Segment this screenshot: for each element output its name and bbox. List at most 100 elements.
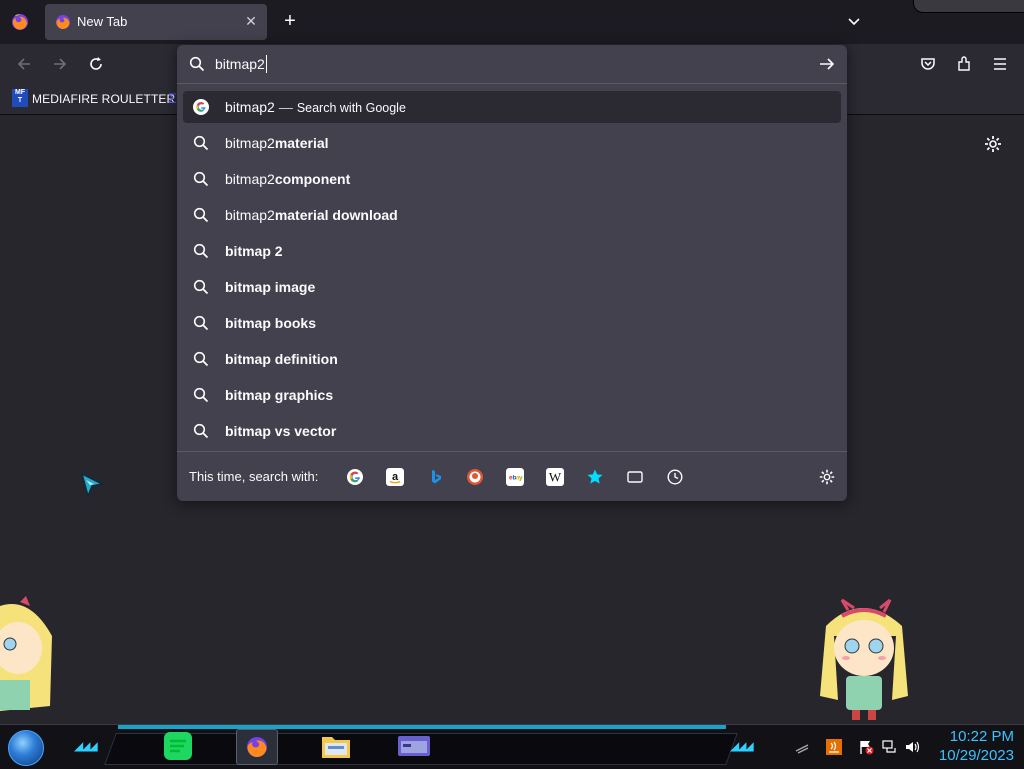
- search-icon: [193, 243, 209, 259]
- bookmark-label: MEDIAFIRE ROULETTER: [32, 92, 176, 106]
- decorative-chevrons: ◢◢◢: [730, 739, 754, 753]
- suggestion-completion: material download: [274, 207, 398, 223]
- svg-text:y: y: [519, 475, 523, 482]
- google-icon: [193, 99, 209, 115]
- suggestion-text: bitmap 2: [225, 243, 283, 259]
- suggestion-row[interactable]: bitmap books: [183, 307, 841, 339]
- amazon-icon[interactable]: a: [386, 468, 404, 486]
- heuristic-action: Search with Google: [296, 101, 406, 115]
- suggestion-prefix: bitmap2: [225, 207, 275, 223]
- clock-date[interactable]: 10/29/2023: [918, 747, 1014, 764]
- tab-new-tab[interactable]: New Tab ✕: [45, 4, 267, 40]
- suggestion-row[interactable]: bitmap graphics: [183, 379, 841, 411]
- search-icon: [193, 207, 209, 223]
- suggestion-prefix: bitmap2: [225, 135, 275, 151]
- spotify-app-icon[interactable]: [158, 729, 198, 763]
- duckduckgo-icon[interactable]: [466, 468, 484, 486]
- suggestion-completion: bitmap books: [225, 315, 317, 331]
- search-icon: [193, 279, 209, 295]
- urlbar: [177, 45, 847, 84]
- suggestion-row[interactable]: bitmap image: [183, 271, 841, 303]
- firefox-icon: [247, 737, 267, 758]
- file-explorer-icon[interactable]: [316, 729, 356, 763]
- search-icon: [193, 351, 209, 367]
- bookmarks-star-icon[interactable]: [586, 468, 604, 486]
- app-window-icon[interactable]: [394, 729, 434, 763]
- close-tab-icon[interactable]: ✕: [243, 13, 259, 29]
- urlbar-dropdown: bitmap2—Search with Google bitmap2materi…: [177, 45, 847, 501]
- taskbar: ◢◢◢ ◢◢◢ 10:22 PM 10/29/2023: [0, 724, 1024, 769]
- suggestion-text: bitmap2component: [225, 171, 350, 187]
- suggestion-row[interactable]: bitmap vs vector: [183, 415, 841, 447]
- decorative-chevrons: ◢◢◢: [74, 739, 98, 753]
- suggestion-row[interactable]: bitmap definition: [183, 343, 841, 375]
- suggestion-completion: bitmap vs vector: [225, 423, 337, 439]
- suggestion-text: bitmap books: [225, 315, 316, 331]
- suggestion-completion: bitmap image: [225, 279, 316, 295]
- firefox-icon[interactable]: [10, 12, 30, 32]
- suggestion-completion: bitmap 2: [225, 243, 283, 259]
- heuristic-query: bitmap2: [225, 99, 275, 115]
- java-update-icon[interactable]: [826, 739, 842, 755]
- suggestion-text: bitmap definition: [225, 351, 338, 367]
- new-tab-plus-icon[interactable]: +: [281, 11, 299, 31]
- suggestion-completion: component: [274, 171, 351, 187]
- text-caret: [266, 55, 267, 73]
- search-icon: [193, 135, 209, 151]
- search-icon: [193, 387, 209, 403]
- action-center-flag-icon[interactable]: [858, 739, 874, 755]
- reload-icon[interactable]: [86, 54, 106, 74]
- hamburger-menu-icon[interactable]: [990, 54, 1010, 74]
- chevron-down-icon[interactable]: [846, 14, 862, 30]
- cartoon-character-image: [820, 598, 908, 720]
- forward-arrow-icon[interactable]: [50, 54, 70, 74]
- bing-icon[interactable]: [426, 468, 444, 486]
- start-button[interactable]: [8, 730, 44, 766]
- search-icon: [193, 315, 209, 331]
- pocket-icon[interactable]: [918, 54, 938, 74]
- tab-strip: New Tab ✕ +: [0, 0, 1024, 44]
- search-icon: [193, 171, 209, 187]
- one-off-search-bar: This time, search with: a e b a y W: [177, 451, 847, 502]
- mouse-cursor-icon: [80, 472, 104, 498]
- suggestion-row[interactable]: bitmap2material download: [183, 199, 841, 231]
- separator-dash: —: [278, 99, 293, 115]
- firefox-taskbar-button[interactable]: [236, 729, 278, 765]
- suggestion-completion: material: [274, 135, 329, 151]
- suggestion-row[interactable]: bitmap2material: [183, 127, 841, 159]
- suggestion-text: bitmap2— Search with Google: [225, 99, 406, 115]
- suggestion-text: bitmap vs vector: [225, 423, 336, 439]
- suggestion-completion: bitmap definition: [225, 351, 338, 367]
- suggestion-text: bitmap2material: [225, 135, 329, 151]
- svg-text:a: a: [392, 471, 399, 483]
- show-hidden-icons-icon[interactable]: [794, 739, 810, 755]
- suggestion-text: bitmap image: [225, 279, 315, 295]
- search-settings-gear-icon[interactable]: [818, 468, 836, 486]
- urlbar-input[interactable]: [215, 54, 775, 74]
- wikipedia-icon[interactable]: W: [546, 468, 564, 486]
- newtab-settings-gear-icon[interactable]: [983, 134, 1003, 154]
- go-arrow-icon[interactable]: [818, 56, 836, 72]
- suggestion-prefix: bitmap2: [225, 171, 275, 187]
- suggestion-row[interactable]: bitmap2component: [183, 163, 841, 195]
- one-off-label: This time, search with:: [189, 469, 319, 484]
- suggestion-row-heuristic[interactable]: bitmap2— Search with Google: [183, 91, 841, 123]
- svg-text:W: W: [549, 470, 562, 485]
- suggestion-completion: bitmap graphics: [225, 387, 334, 403]
- suggestion-row[interactable]: bitmap 2: [183, 235, 841, 267]
- history-clock-icon[interactable]: [666, 468, 684, 486]
- google-icon[interactable]: [346, 468, 364, 486]
- cartoon-character-image: [0, 596, 52, 711]
- ebay-icon[interactable]: e b a y: [506, 468, 524, 486]
- tab-title: New Tab: [77, 14, 128, 29]
- search-icon: [189, 56, 205, 72]
- search-icon: [193, 423, 209, 439]
- suggestion-text: bitmap2material download: [225, 207, 398, 223]
- extensions-puzzle-icon[interactable]: [954, 54, 974, 74]
- network-icon[interactable]: [882, 739, 898, 755]
- clock-time[interactable]: 10:22 PM: [930, 728, 1014, 745]
- firefox-favicon-icon: [56, 15, 70, 30]
- tabs-icon[interactable]: [626, 468, 644, 486]
- mediafire-bookmark-icon: MF T: [12, 89, 28, 107]
- back-arrow-icon[interactable]: [14, 54, 34, 74]
